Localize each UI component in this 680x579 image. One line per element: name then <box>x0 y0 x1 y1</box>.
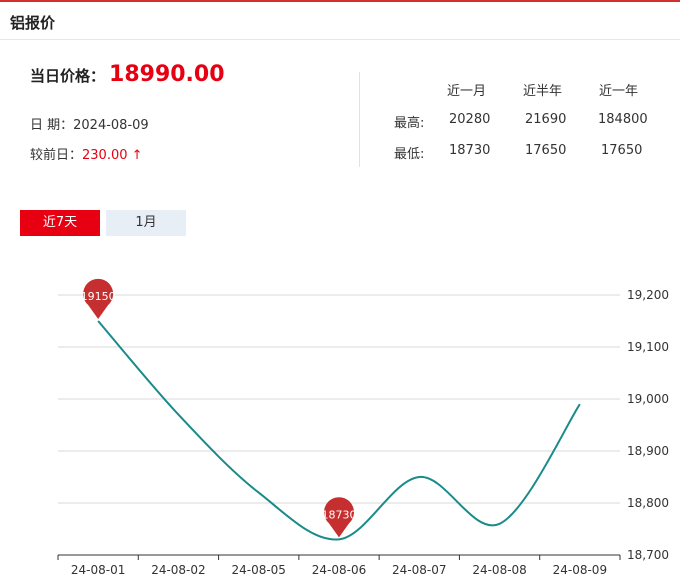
up-arrow-icon: ↑ <box>131 148 143 163</box>
x-tick-label: 24-08-08 <box>472 563 526 577</box>
x-tick-label: 24-08-06 <box>312 563 366 577</box>
y-tick-label: 19,100 <box>627 340 669 354</box>
x-tick-label: 24-08-02 <box>151 563 205 577</box>
date-value: 2024-08-09 <box>73 118 149 133</box>
high-year: 184800 <box>598 112 648 127</box>
x-tick-label: 24-08-07 <box>392 563 446 577</box>
price-line-chart: 19,200 19,100 19,000 18,900 18,800 18,700 24-0… <box>57 278 669 577</box>
x-tick-label: 24-08-01 <box>71 563 125 577</box>
change-value: 230.00 <box>82 148 128 163</box>
y-tick-label: 19,200 <box>627 288 669 302</box>
date-row: 日 期：2024-08-09 <box>30 114 149 133</box>
date-label: 日 期： <box>30 118 74 133</box>
col-header-month: 近一月 <box>447 84 487 99</box>
marker-label: 18730 <box>322 508 357 521</box>
tab-7-days[interactable]: 近7天 <box>20 210 100 236</box>
y-tick-label: 18,700 <box>627 548 669 562</box>
col-header-halfyear: 近半年 <box>523 84 563 99</box>
low-year: 17650 <box>601 143 643 158</box>
high-month: 20280 <box>449 112 491 127</box>
section-header: 铝报价 <box>0 2 680 40</box>
marker-label: 19150 <box>81 290 116 303</box>
x-tick-label: 24-08-09 <box>553 563 607 577</box>
divider <box>359 72 360 167</box>
x-tick-label: 24-08-05 <box>231 563 285 577</box>
price-value: 18990.00 <box>109 62 225 87</box>
range-tabs: 近7天 1月 <box>20 210 186 236</box>
change-label: 较前日： <box>30 148 83 163</box>
price-label: 当日价格： <box>30 67 106 85</box>
row-label-high: 最高: <box>394 116 425 131</box>
row-label-low: 最低: <box>394 147 425 162</box>
section-title: 铝报价 <box>10 14 56 32</box>
low-halfyear: 17650 <box>525 143 567 158</box>
high-halfyear: 21690 <box>525 112 567 127</box>
tab-1-month[interactable]: 1月 <box>106 210 186 236</box>
y-tick-label: 18,900 <box>627 444 669 458</box>
change-row: 较前日：230.00 ↑ <box>30 144 143 163</box>
y-tick-label: 18,800 <box>627 496 669 510</box>
low-month: 18730 <box>449 143 491 158</box>
y-tick-label: 19,000 <box>627 392 669 406</box>
current-price: 当日价格： 18990.00 <box>30 62 225 87</box>
col-header-year: 近一年 <box>599 84 639 99</box>
